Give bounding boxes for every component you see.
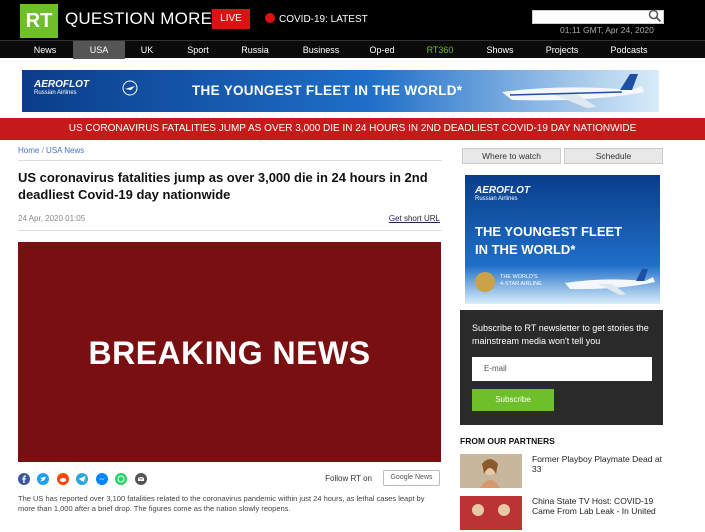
breadcrumb-separator: / <box>41 146 44 155</box>
reddit-icon[interactable] <box>56 473 69 485</box>
partner-item[interactable]: China State TV Host: COVID-19 Came From … <box>460 496 665 532</box>
nav-item-news[interactable]: News <box>22 41 68 59</box>
partner-title: Former Playboy Playmate Dead at 33 <box>532 454 662 474</box>
live-button[interactable]: LIVE <box>212 9 250 29</box>
partner-item[interactable]: Former Playboy Playmate Dead at 33 <box>460 454 665 490</box>
whatsapp-icon[interactable] <box>115 473 128 485</box>
partner-thumbnail <box>460 496 522 530</box>
search-input[interactable] <box>532 10 664 24</box>
article-title: US coronavirus fatalities jump as over 3… <box>18 170 428 202</box>
nav-item-sport[interactable]: Sport <box>176 41 220 59</box>
newsletter-text: Subscribe to RT newsletter to get storie… <box>472 323 649 346</box>
ad-brand-sub: Russian Airlines <box>475 196 518 202</box>
search-icon[interactable] <box>648 9 662 23</box>
rt-logo[interactable]: RT <box>20 4 58 38</box>
aeroflot-wings-icon <box>122 80 138 96</box>
sidebar: Where to watch Schedule AEROFLOT Russian… <box>460 146 665 530</box>
breadcrumb-home[interactable]: Home <box>18 146 39 155</box>
article-date: 24 Apr, 2020 01:05 <box>18 214 86 223</box>
nav-item-uk[interactable]: UK <box>125 41 169 59</box>
covid-latest-link[interactable]: COVID-19: LATEST <box>265 13 368 25</box>
award-badge-icon <box>475 272 495 292</box>
ad-brand: AEROFLOT Russian Airlines <box>34 79 89 96</box>
breadcrumb-usa-news[interactable]: USA News <box>46 146 84 155</box>
ad-title: THE YOUNGEST FLEET IN THE WORLD* <box>475 223 622 259</box>
breaking-headline-bar[interactable]: US CORONAVIRUS FATALITIES JUMP AS OVER 3… <box>0 118 705 140</box>
ad-title-line1: THE YOUNGEST FLEET <box>475 224 623 239</box>
article-summary: The US has reported over 3,100 fatalitie… <box>18 494 425 513</box>
facebook-icon[interactable] <box>18 473 30 485</box>
airplane-icon <box>565 269 655 295</box>
airplane-icon <box>502 74 644 108</box>
share-row: Follow RT on Google News <box>18 470 442 486</box>
top-bar: RT QUESTION MORE LIVE COVID-19: LATEST 0… <box>0 0 705 40</box>
email-field[interactable]: E-mail <box>472 357 652 381</box>
aeroflot-banner-ad[interactable]: AEROFLOT Russian Airlines THE YOUNGEST F… <box>22 70 659 112</box>
ad-brand-name: AEROFLOT <box>34 79 89 90</box>
get-short-url-link[interactable]: Get short URL <box>389 214 440 223</box>
newsletter-box: Subscribe to RT newsletter to get storie… <box>460 310 663 425</box>
article-meta: 24 Apr, 2020 01:05 Get short URL <box>18 214 442 226</box>
divider <box>18 230 442 231</box>
ad-small-line1: THE WORLD'S <box>500 274 538 280</box>
nav-item-projects[interactable]: Projects <box>540 41 584 59</box>
hero-text: BREAKING NEWS <box>88 335 371 371</box>
current-datetime: 01:11 GMT, Apr 24, 2020 <box>560 25 654 35</box>
main-nav: News USA UK Sport Russia Business Op-ed … <box>0 40 705 59</box>
ad-small-text: THE WORLD'S 4-STAR AIRLINE <box>500 274 542 288</box>
nav-item-podcasts[interactable]: Podcasts <box>604 41 654 59</box>
partner-title: China State TV Host: COVID-19 Came From … <box>532 496 656 516</box>
email-icon[interactable] <box>134 473 147 485</box>
ad-brand-sub: Russian Airlines <box>34 90 77 96</box>
hero-image: BREAKING NEWS <box>18 242 441 462</box>
twitter-icon[interactable] <box>37 473 50 485</box>
google-news-button[interactable]: Google News <box>383 470 440 486</box>
covid-virus-icon <box>265 13 275 23</box>
subscribe-button[interactable]: Subscribe <box>472 389 554 411</box>
nav-item-usa[interactable]: USA <box>73 41 125 59</box>
partners-title: FROM OUR PARTNERS <box>460 436 555 446</box>
nav-item-shows[interactable]: Shows <box>478 41 522 59</box>
nav-item-op-ed[interactable]: Op-ed <box>360 41 404 59</box>
sidebar-tabs: Where to watch Schedule <box>460 146 665 164</box>
tab-schedule[interactable]: Schedule <box>564 148 663 164</box>
ad-title-line2: IN THE WORLD* <box>475 242 576 257</box>
ad-small-line2: 4-STAR AIRLINE <box>500 281 542 287</box>
partner-thumbnail <box>460 454 522 488</box>
messenger-icon[interactable] <box>95 473 108 485</box>
aeroflot-sidebar-ad[interactable]: AEROFLOT Russian Airlines THE YOUNGEST F… <box>465 175 660 304</box>
nav-item-russia[interactable]: Russia <box>232 41 278 59</box>
divider <box>18 160 442 161</box>
ad-brand-name: AEROFLOT <box>475 185 530 196</box>
slogan: QUESTION MORE <box>65 9 213 28</box>
tab-where-to-watch[interactable]: Where to watch <box>462 148 561 164</box>
ad-title: THE YOUNGEST FLEET IN THE WORLD* <box>192 83 463 98</box>
article-column: Home / USA News US coronavirus fatalitie… <box>18 146 442 514</box>
covid-latest-label: COVID-19: LATEST <box>279 14 368 25</box>
nav-item-rt360[interactable]: RT360 <box>418 41 462 59</box>
follow-rt-label: Follow RT on <box>325 474 372 483</box>
ad-brand: AEROFLOT Russian Airlines <box>475 185 530 202</box>
nav-item-business[interactable]: Business <box>296 41 346 59</box>
telegram-icon[interactable] <box>76 473 89 485</box>
breadcrumb: Home / USA News <box>18 146 442 155</box>
